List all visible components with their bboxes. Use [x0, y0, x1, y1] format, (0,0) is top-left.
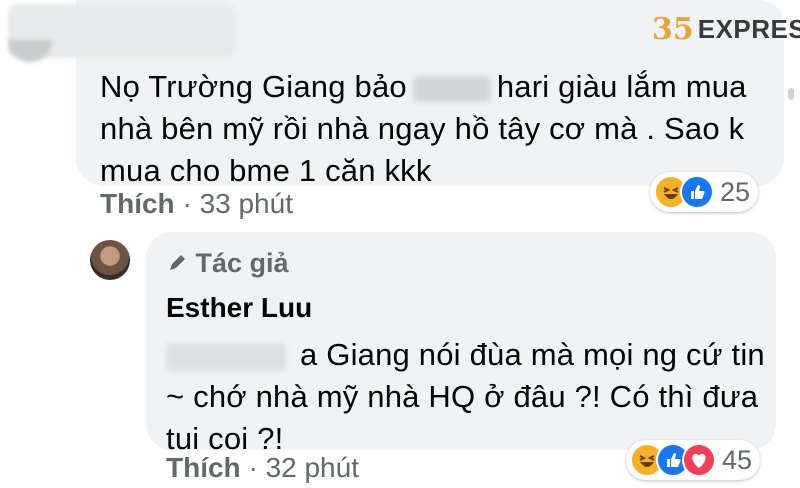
pencil-icon [166, 248, 196, 278]
comment-text-part: Nọ Trường Giang bảo [100, 69, 407, 104]
reply-author-name[interactable]: Esther Luu [166, 292, 312, 324]
reaction-count: 25 [720, 176, 751, 207]
logo-mark: 35 [652, 12, 694, 47]
timestamp[interactable]: 32 phút [266, 452, 359, 483]
like-link[interactable]: Thích [100, 188, 175, 219]
blurred-mention [412, 75, 491, 102]
reaction-summary[interactable]: 45 [626, 440, 761, 480]
reaction-summary[interactable]: 25 [650, 172, 759, 212]
timestamp[interactable]: 33 phút [200, 188, 293, 219]
reaction-count: 45 [722, 444, 753, 475]
avatar[interactable] [8, 40, 52, 62]
separator: · [182, 188, 192, 219]
reply-actions: Thích · 32 phút [166, 452, 359, 484]
avatar[interactable] [90, 240, 130, 280]
separator: · [248, 452, 258, 483]
love-icon [682, 443, 716, 477]
like-link[interactable]: Thích [166, 452, 241, 483]
watermark-logo: 35 EXPRESS [652, 12, 800, 47]
more-options-icon[interactable] [788, 88, 794, 100]
author-badge-label: Tác giả [195, 248, 289, 278]
logo-text: EXPRESS [697, 14, 800, 44]
blurred-mention [166, 342, 286, 371]
author-badge: Tác giả [166, 248, 289, 279]
comment-actions: Thích · 33 phút [100, 188, 293, 220]
like-icon [680, 175, 714, 209]
